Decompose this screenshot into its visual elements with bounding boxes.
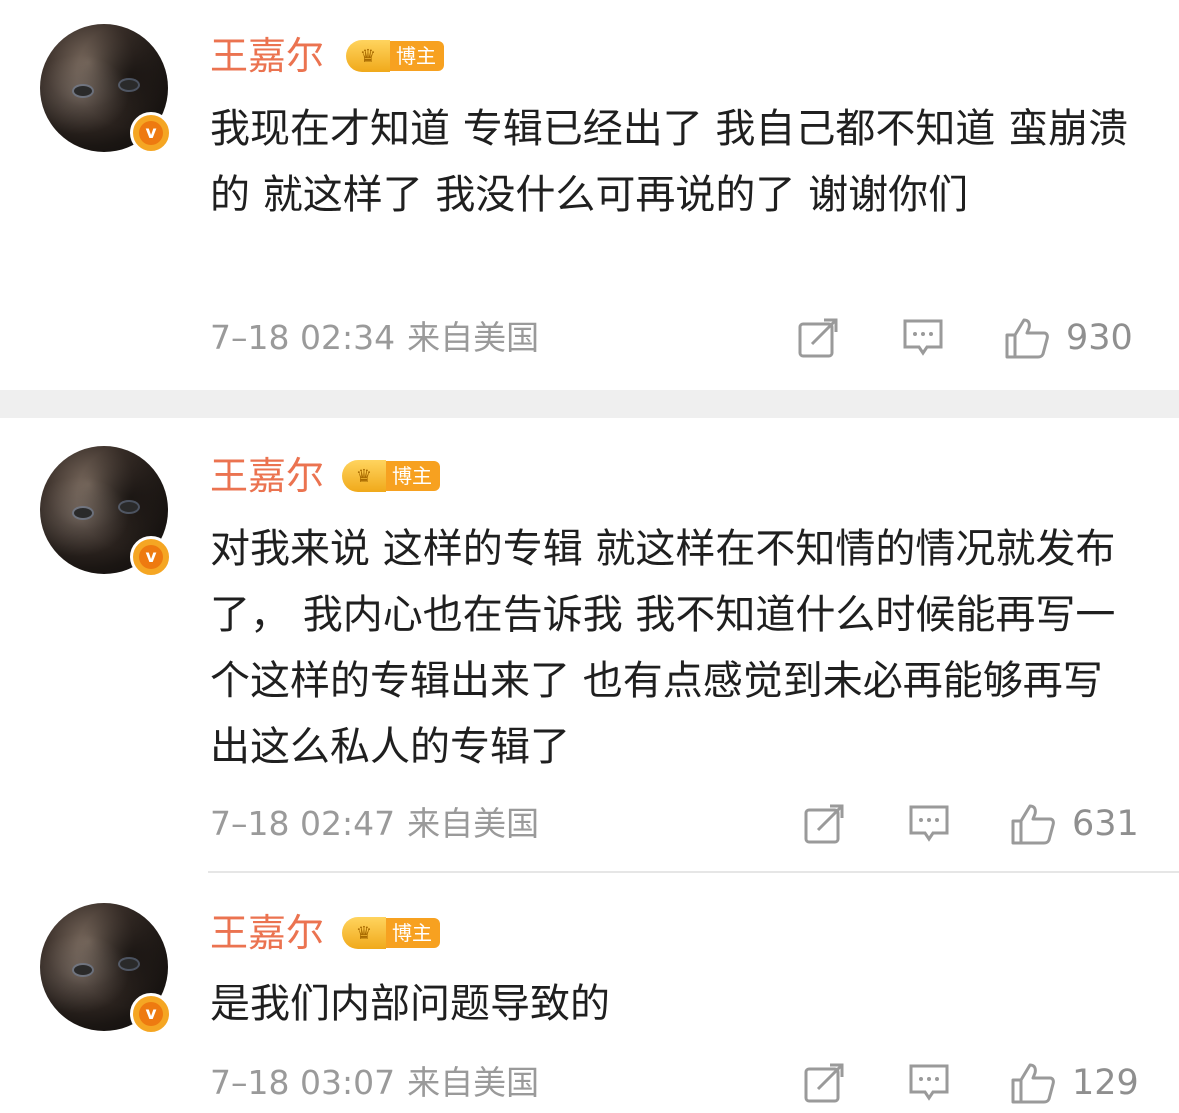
thumbs-up-icon: [1011, 804, 1055, 845]
share-button[interactable]: [804, 1061, 846, 1105]
verified-icon: v: [130, 536, 172, 578]
comment-text: 对我来说 这样的专辑 就这样在不知情的情况就发布了， 我内心也在告诉我 我不知道…: [210, 526, 1116, 770]
username[interactable]: 王嘉尔: [210, 34, 324, 78]
comment-button[interactable]: [902, 316, 944, 360]
comment-item: v 王嘉尔 ♛ 博主 是我们内部问题导致的 7–18 03:07 来自美国 129: [0, 873, 1179, 1113]
blogger-badge: ♛ 博主: [342, 460, 440, 492]
username[interactable]: 王嘉尔: [210, 454, 324, 498]
section-divider: [0, 390, 1179, 418]
like-count: 631: [1072, 804, 1139, 844]
comment-text: 是我们内部问题导致的: [210, 981, 610, 1027]
share-icon: [798, 318, 838, 358]
like-count: 930: [1066, 318, 1133, 358]
like-button[interactable]: 631: [1010, 802, 1139, 846]
like-button[interactable]: 129: [1010, 1061, 1139, 1105]
comment-actions: 129: [0, 1061, 1179, 1105]
share-icon: [804, 804, 844, 844]
comment-button[interactable]: [908, 802, 950, 846]
crown-icon: ♛: [342, 917, 386, 949]
comment-icon: [909, 805, 949, 842]
share-icon: [804, 1063, 844, 1103]
verified-icon: v: [130, 112, 172, 154]
comment-text: 我现在才知道 专辑已经出了 我自己都不知道 蛮崩溃的 就这样了 我没什么可再说的…: [210, 106, 1129, 218]
username[interactable]: 王嘉尔: [210, 911, 324, 955]
share-button[interactable]: [798, 316, 840, 360]
comment-actions: 631: [0, 802, 1179, 846]
share-button[interactable]: [804, 802, 846, 846]
comment-item: v 王嘉尔 ♛ 博主 我现在才知道 专辑已经出了 我自己都不知道 蛮崩溃的 就这…: [0, 0, 1179, 390]
like-count: 129: [1072, 1063, 1139, 1103]
blogger-badge: ♛ 博主: [342, 917, 440, 949]
like-button[interactable]: 930: [1004, 316, 1133, 360]
crown-icon: ♛: [342, 460, 386, 492]
blogger-badge: ♛ 博主: [346, 40, 444, 72]
comment-button[interactable]: [908, 1061, 950, 1105]
crown-icon: ♛: [346, 40, 390, 72]
verified-icon: v: [130, 993, 172, 1035]
thumbs-up-icon: [1005, 318, 1049, 359]
comment-icon: [903, 319, 943, 356]
thumbs-up-icon: [1011, 1063, 1055, 1104]
comment-item: v 王嘉尔 ♛ 博主 对我来说 这样的专辑 就这样在不知情的情况就发布了， 我内…: [0, 418, 1179, 871]
comment-icon: [909, 1064, 949, 1101]
comment-actions: 930: [0, 316, 1179, 360]
